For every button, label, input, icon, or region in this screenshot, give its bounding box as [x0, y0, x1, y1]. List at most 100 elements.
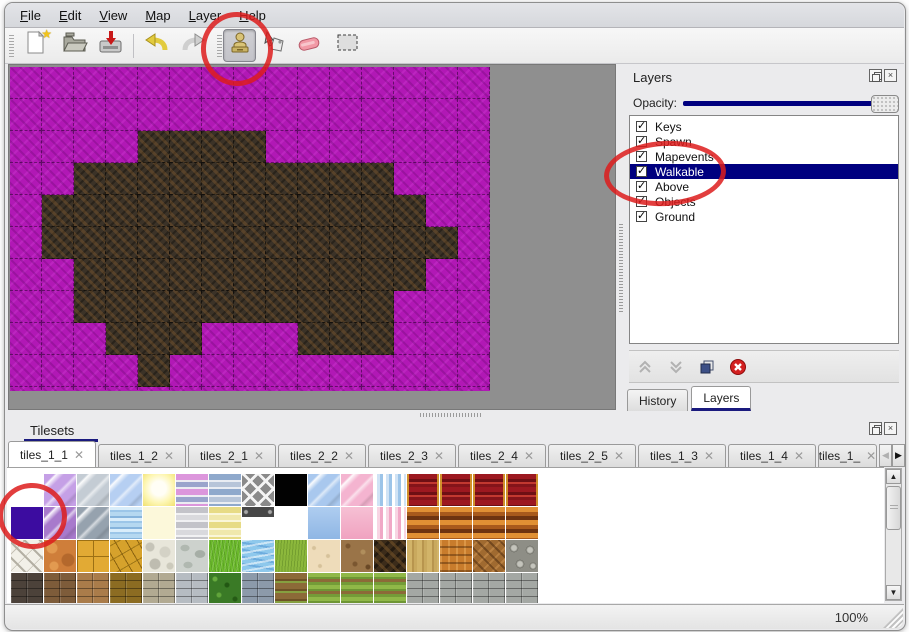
- tile-wood-stripes[interactable]: [407, 507, 439, 539]
- tile-glass-purple[interactable]: [44, 474, 76, 506]
- save-map-button[interactable]: [96, 31, 124, 59]
- tile-sand-tan[interactable]: [308, 540, 340, 572]
- tileset-tab-tiles_1_2[interactable]: tiles_1_2✕: [98, 444, 186, 467]
- tile-stones-gray[interactable]: [176, 540, 208, 572]
- close-tab-icon[interactable]: ✕: [254, 449, 264, 463]
- tile-wood-stripes[interactable]: [473, 507, 505, 539]
- menu-file[interactable]: File: [11, 5, 50, 26]
- tile-rows-grass[interactable]: [341, 573, 373, 603]
- tile-curtain-red[interactable]: [407, 474, 439, 506]
- tile-brick-gray2[interactable]: [440, 573, 472, 603]
- tile-brick-dark[interactable]: [11, 573, 43, 603]
- close-tab-icon[interactable]: ✕: [74, 448, 84, 462]
- layer-row-ground[interactable]: ✓Ground: [630, 209, 898, 224]
- delete-layer-button[interactable]: [728, 357, 748, 377]
- tile-tiles-brown[interactable]: [77, 573, 109, 603]
- close-tab-icon[interactable]: ✕: [614, 449, 624, 463]
- tileset-tab-tiles_1[interactable]: tiles_1_✕: [818, 444, 877, 467]
- new-map-button[interactable]: ★: [22, 31, 50, 59]
- horizontal-splitter[interactable]: [8, 411, 904, 419]
- opacity-slider-handle[interactable]: [871, 95, 899, 113]
- tile-grass-green2[interactable]: [275, 540, 307, 572]
- tile-empty[interactable]: [11, 474, 43, 506]
- checkbox-checked-icon[interactable]: ✓: [636, 211, 647, 222]
- tile-pink-flat[interactable]: [341, 507, 373, 539]
- tab-layers[interactable]: Layers: [691, 386, 751, 411]
- close-tab-icon[interactable]: ✕: [866, 449, 876, 463]
- tile-brick-gray2[interactable]: [473, 573, 505, 603]
- tab-scroll-left-icon[interactable]: ◀: [879, 444, 892, 467]
- tile-logs-gray[interactable]: [506, 540, 538, 572]
- tile-glow-yellow[interactable]: [143, 474, 175, 506]
- close-tab-icon[interactable]: ✕: [164, 449, 174, 463]
- menu-map[interactable]: Map: [136, 5, 179, 26]
- tile-ripple-pink[interactable]: [374, 507, 406, 539]
- toolbar-grip[interactable]: [9, 35, 14, 57]
- stamp-tool-button[interactable]: [223, 29, 256, 62]
- tile-gold-tiles[interactable]: [77, 540, 109, 572]
- tile-glass-pink[interactable]: [341, 474, 373, 506]
- scrollbar-thumb[interactable]: [886, 486, 901, 530]
- redo-button[interactable]: [180, 31, 208, 59]
- close-panel-icon[interactable]: ×: [884, 69, 897, 82]
- menu-layer[interactable]: Layer: [180, 5, 231, 26]
- fill-tool-button[interactable]: [261, 31, 289, 59]
- tile-pale-yellow[interactable]: [143, 507, 175, 539]
- tile-basket-orange[interactable]: [440, 540, 472, 572]
- menu-edit[interactable]: Edit: [50, 5, 90, 26]
- tile-grass-green[interactable]: [209, 540, 241, 572]
- tile-cobble-orange[interactable]: [44, 540, 76, 572]
- tile-blue-flat[interactable]: [308, 507, 340, 539]
- tile-rows-grass[interactable]: [308, 573, 340, 603]
- move-layer-down-button[interactable]: [666, 357, 686, 377]
- tile-glass-blue[interactable]: [110, 474, 142, 506]
- tile-glass-gray2[interactable]: [77, 507, 109, 539]
- tile-glass-blue2[interactable]: [308, 474, 340, 506]
- menu-view[interactable]: View: [90, 5, 136, 26]
- tileset-tab-tiles_2_3[interactable]: tiles_2_3✕: [368, 444, 456, 467]
- tile-rows-dirt[interactable]: [275, 573, 307, 603]
- tileset-tab-tiles_1_3[interactable]: tiles_1_3✕: [638, 444, 726, 467]
- tileset-tab-tiles_2_5[interactable]: tiles_2_5✕: [548, 444, 636, 467]
- resize-grip[interactable]: [883, 608, 903, 628]
- tile-black[interactable]: [275, 474, 307, 506]
- layer-row-walkable[interactable]: ✓Walkable: [630, 164, 898, 179]
- undo-button[interactable]: [142, 31, 170, 59]
- tab-scroll-right-icon[interactable]: ▶: [892, 444, 905, 467]
- tile-glass-purple2[interactable]: [44, 507, 76, 539]
- eraser-tool-button[interactable]: [295, 31, 323, 59]
- tile-brick-gray[interactable]: [176, 573, 208, 603]
- tileset-tab-tiles_2_1[interactable]: tiles_2_1✕: [188, 444, 276, 467]
- float-panel-icon[interactable]: [869, 69, 882, 82]
- scroll-up-icon[interactable]: ▲: [886, 469, 901, 484]
- close-tab-icon[interactable]: ✕: [704, 449, 714, 463]
- tile-pebbles-gray[interactable]: [143, 540, 175, 572]
- tile-curtain-red[interactable]: [473, 474, 505, 506]
- tile-stripes-yellow[interactable]: [209, 507, 241, 539]
- tab-history[interactable]: History: [627, 389, 688, 411]
- layer-row-spawn[interactable]: ✓Spawn: [630, 134, 898, 149]
- tile-wood-stripes[interactable]: [440, 507, 472, 539]
- checkbox-checked-icon[interactable]: ✓: [636, 196, 647, 207]
- close-tab-icon[interactable]: ✕: [434, 449, 444, 463]
- duplicate-layer-button[interactable]: [697, 357, 717, 377]
- tile-weave-dark[interactable]: [374, 540, 406, 572]
- tile-brick-golddark[interactable]: [110, 573, 142, 603]
- close-panel-icon[interactable]: ×: [884, 422, 897, 435]
- tileset-tab-tiles_1_4[interactable]: tiles_1_4✕: [728, 444, 816, 467]
- vertical-splitter[interactable]: [617, 64, 625, 411]
- tile-dirt-brown[interactable]: [341, 540, 373, 572]
- layer-row-objects[interactable]: ✓Objects: [630, 194, 898, 209]
- tile-wood-stripes[interactable]: [506, 507, 538, 539]
- tile-lattice[interactable]: [242, 474, 274, 506]
- tile-stripes-gray[interactable]: [176, 507, 208, 539]
- float-panel-icon[interactable]: [869, 422, 882, 435]
- tile-brick-brown[interactable]: [44, 573, 76, 603]
- tile-curtain-red[interactable]: [440, 474, 472, 506]
- tile-brick-bluegray[interactable]: [242, 573, 274, 603]
- layer-row-keys[interactable]: ✓Keys: [630, 119, 898, 134]
- checkbox-checked-icon[interactable]: ✓: [636, 166, 647, 177]
- tile-curtain-red[interactable]: [506, 474, 538, 506]
- tile-stripes-blue[interactable]: [209, 474, 241, 506]
- checkbox-checked-icon[interactable]: ✓: [636, 151, 647, 162]
